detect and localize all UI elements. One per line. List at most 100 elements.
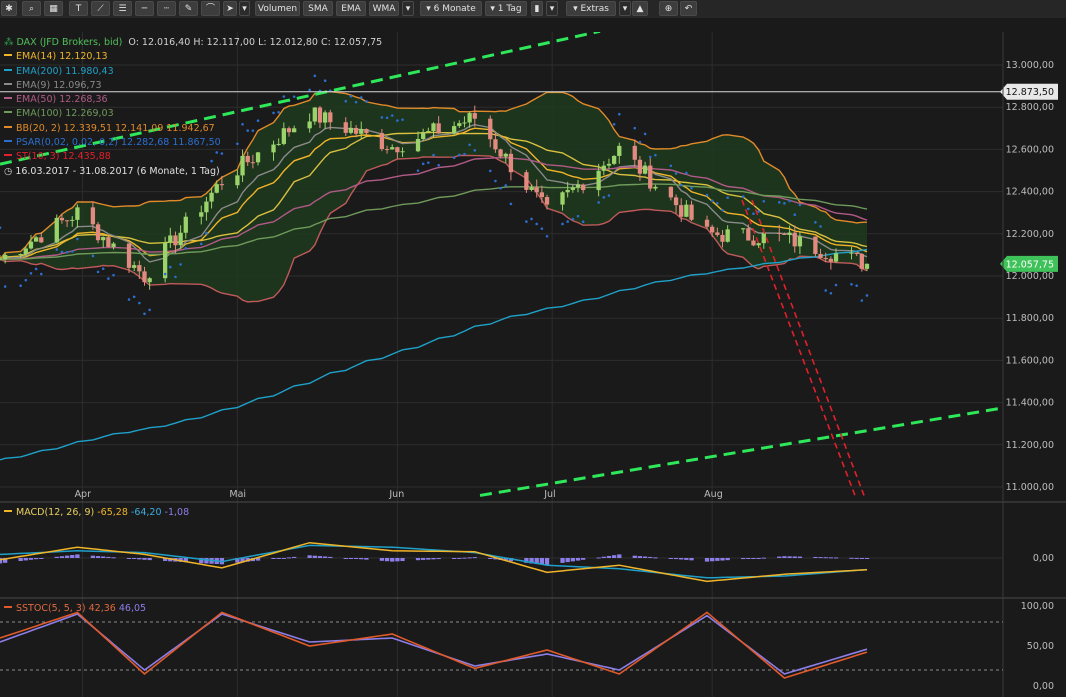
psar-dot: [798, 203, 802, 207]
psar-dot: [716, 201, 719, 205]
macd-histogram-bar: [648, 556, 653, 558]
macd-histogram-bar: [782, 556, 787, 558]
horizontal-line-tool-icon[interactable]: ─: [135, 1, 154, 16]
candle-body: [648, 165, 653, 189]
psar-dot: [617, 112, 621, 116]
psar-dot: [633, 126, 637, 130]
volume-button[interactable]: Volumen: [255, 1, 300, 16]
pen-tool-icon[interactable]: ✎: [179, 1, 198, 16]
chevron-down-icon[interactable]: ▾: [402, 1, 414, 16]
macd-histogram-bar: [147, 558, 152, 561]
indicator-label: EMA(100): [16, 108, 66, 120]
candle-body: [653, 186, 658, 189]
search-icon[interactable]: ⌕: [22, 1, 41, 16]
psar-dot: [535, 222, 539, 226]
wma-button[interactable]: WMA: [369, 1, 399, 16]
fibonacci-tool-icon[interactable]: ☰: [113, 1, 132, 16]
psar-dot: [726, 196, 729, 200]
chevron-down-icon[interactable]: ▾: [619, 1, 631, 16]
candle-body: [606, 163, 612, 166]
macd-histogram-bar: [467, 557, 472, 559]
macd-histogram-bar: [751, 558, 756, 559]
indicator-legend-row[interactable]: ST(10, 3) 12.435,88: [4, 150, 382, 164]
candle-body: [575, 184, 581, 188]
sstoc-y-tick-label: 0,00: [1033, 681, 1054, 692]
macd-histogram-bar: [18, 558, 23, 561]
grid-icon[interactable]: ▦: [44, 1, 63, 16]
macd-histogram-bar: [451, 558, 457, 559]
candle-body: [147, 278, 152, 283]
indicator-swatch: [4, 82, 12, 85]
indicator-swatch: [4, 111, 12, 114]
macd-histogram-bar: [611, 555, 617, 558]
candle-body: [132, 265, 137, 268]
candle-body: [761, 232, 766, 244]
psar-dot: [679, 183, 683, 187]
ema-button[interactable]: EMA: [336, 1, 366, 16]
indicator-values: 11.980,43: [65, 65, 114, 77]
arc-tool-icon[interactable]: ⌒: [201, 1, 220, 16]
candle-body: [565, 189, 570, 193]
psar-dot: [107, 277, 110, 280]
psar-dot: [385, 116, 389, 120]
macd-histogram-bar: [70, 555, 75, 558]
psar-dot: [865, 294, 869, 297]
macd-histogram-bar: [596, 557, 601, 559]
chevron-down-icon[interactable]: ▾: [546, 1, 558, 16]
macd-histogram-bar: [106, 556, 111, 558]
macd-legend: MACD(12, 26, 9) -65,28 -64,20 -1,08: [4, 507, 189, 518]
settings-icon[interactable]: ✱: [1, 1, 17, 16]
psar-dot: [55, 248, 59, 251]
indicator-legend-row[interactable]: PSAR(0,02, 0,02, 0,2) 12.282,68 11.867,5…: [4, 136, 382, 150]
candle-body: [421, 132, 426, 139]
chart-type-icon[interactable]: ▮: [531, 1, 543, 16]
macd-histogram-bar: [276, 558, 281, 559]
indicator-legend-row[interactable]: BB(20, 2) 12.339,51 12.141,09 11.942,67: [4, 122, 382, 136]
indicator-swatch: [4, 154, 12, 157]
indicator-legend-row[interactable]: EMA(200) 11.980,43: [4, 65, 382, 79]
indicator-legend-row[interactable]: EMA(50) 12.268,36: [4, 93, 382, 107]
macd-histogram-bar: [544, 558, 550, 566]
y-tick-label: 13.000,00: [1006, 60, 1054, 71]
interval-dropdown[interactable]: ▾ 1 Tag: [485, 1, 527, 16]
range-dropdown[interactable]: ▾ 6 Monate: [420, 1, 482, 16]
ray-tool-icon[interactable]: ┄: [157, 1, 176, 16]
psar-dot: [488, 169, 492, 173]
candle-body: [642, 165, 648, 174]
candle-body: [54, 217, 59, 243]
indicator-legend-row[interactable]: EMA(9) 12.096,73: [4, 79, 382, 93]
candle-body: [23, 248, 28, 255]
macd-histogram-bar: [617, 554, 622, 558]
x-tick-label: Jun: [388, 489, 404, 500]
alert-bell-icon[interactable]: ▲: [632, 1, 648, 16]
extras-dropdown[interactable]: ▾ Extras: [566, 1, 616, 16]
candle-body: [684, 204, 689, 217]
psar-dot: [452, 156, 456, 159]
trendline-tool-icon[interactable]: ⟋: [91, 1, 110, 16]
text-tool-icon[interactable]: T: [69, 1, 88, 16]
zoom-icon[interactable]: ⊕: [659, 1, 678, 16]
indicator-label: EMA(200): [16, 65, 66, 77]
psar-dot: [91, 254, 95, 258]
psar-dot: [65, 250, 69, 254]
macd-histogram-bar: [864, 558, 870, 559]
psar-dot: [860, 299, 864, 302]
macd-histogram-bar: [457, 557, 462, 559]
psar-dot: [184, 247, 188, 250]
sma-button[interactable]: SMA: [303, 1, 333, 16]
candle-body: [864, 263, 870, 269]
candle-body: [740, 228, 746, 230]
undo-icon[interactable]: ↶: [680, 1, 697, 16]
chevron-down-icon[interactable]: ▾: [239, 1, 250, 16]
macd-histogram-bar: [710, 558, 715, 562]
candle-body: [689, 204, 694, 220]
indicator-legend-row[interactable]: EMA(100) 12.269,03: [4, 107, 382, 121]
macd-histogram-bar: [689, 558, 694, 561]
y-tick-label: 11.000,00: [1006, 482, 1054, 493]
macd-histogram-bar: [359, 558, 364, 560]
indicator-legend-row[interactable]: EMA(14) 12.120,13: [4, 50, 382, 64]
x-tick-label: Apr: [75, 489, 92, 500]
candle-body: [503, 153, 508, 157]
candle-body: [39, 237, 44, 243]
cursor-tool-icon[interactable]: ➤: [223, 1, 237, 16]
